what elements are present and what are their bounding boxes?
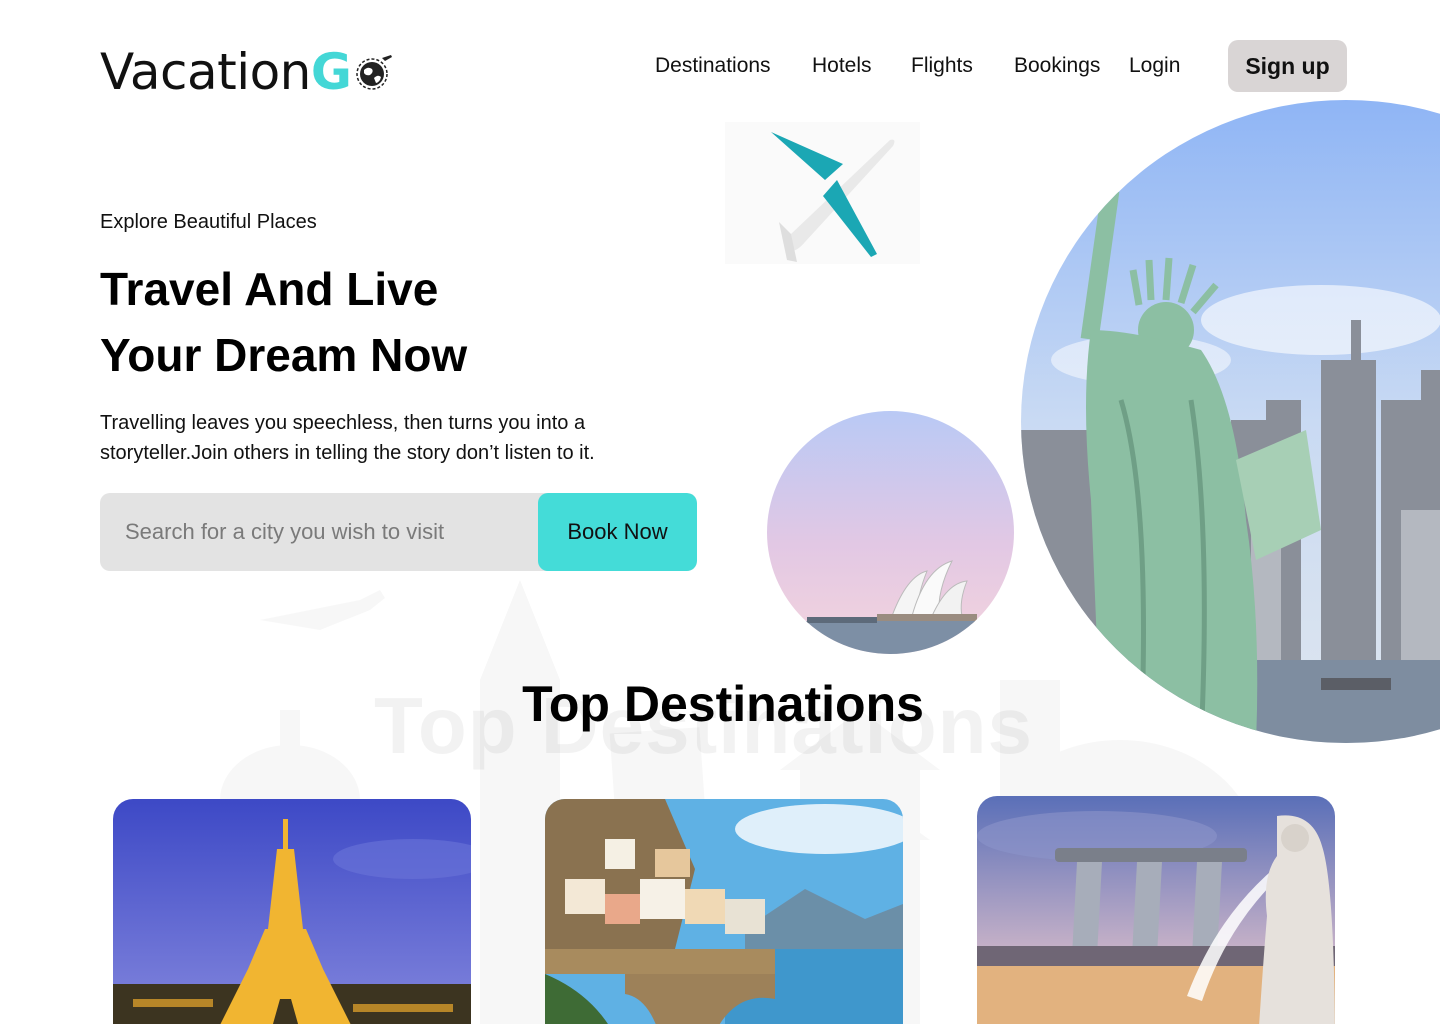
brand-name: Vacation [100, 43, 311, 101]
destination-card-amalfi[interactable] [545, 799, 903, 1024]
hero-description: Travelling leaves you speechless, then t… [100, 412, 595, 464]
eiffel-tower-photo [113, 799, 471, 1024]
brand-accent-letter: G [310, 43, 352, 101]
nav-item-hotels[interactable]: Hotels [812, 52, 872, 80]
airplane-icon [771, 132, 895, 262]
amalfi-coast-photo [545, 799, 903, 1024]
nav-item-bookings[interactable]: Bookings [1014, 52, 1100, 80]
sydney-opera-house-photo [767, 411, 1014, 654]
book-now-button[interactable]: Book Now [538, 493, 697, 571]
statue-of-liberty-photo [1021, 100, 1440, 743]
nav-item-login[interactable]: Login [1129, 52, 1180, 80]
section-title: Top Destinations [522, 676, 924, 732]
brand-logo[interactable]: Vacation G [100, 44, 394, 100]
landing-page: Vacation G Destinations Hotels Flights B… [0, 0, 1440, 1024]
signup-button[interactable]: Sign up [1228, 40, 1347, 92]
hero-title-line-2: Your Dream Now [100, 329, 468, 381]
hero-title: Travel And Live Your Dream Now [100, 256, 660, 388]
airplane-illustration [725, 122, 920, 264]
hero-eyebrow: Explore Beautiful Places [100, 211, 317, 233]
hero-title-line-1: Travel And Live [100, 263, 439, 315]
city-search-input[interactable] [100, 493, 538, 571]
destination-card-singapore[interactable] [977, 796, 1335, 1024]
marina-bay-sands-photo [977, 796, 1335, 1024]
nav-item-flights[interactable]: Flights [911, 52, 973, 80]
search-bar: Book Now [100, 493, 697, 571]
nav-item-destinations[interactable]: Destinations [655, 52, 771, 80]
destination-card-eiffel[interactable] [113, 799, 471, 1024]
globe-plane-icon [356, 55, 392, 90]
